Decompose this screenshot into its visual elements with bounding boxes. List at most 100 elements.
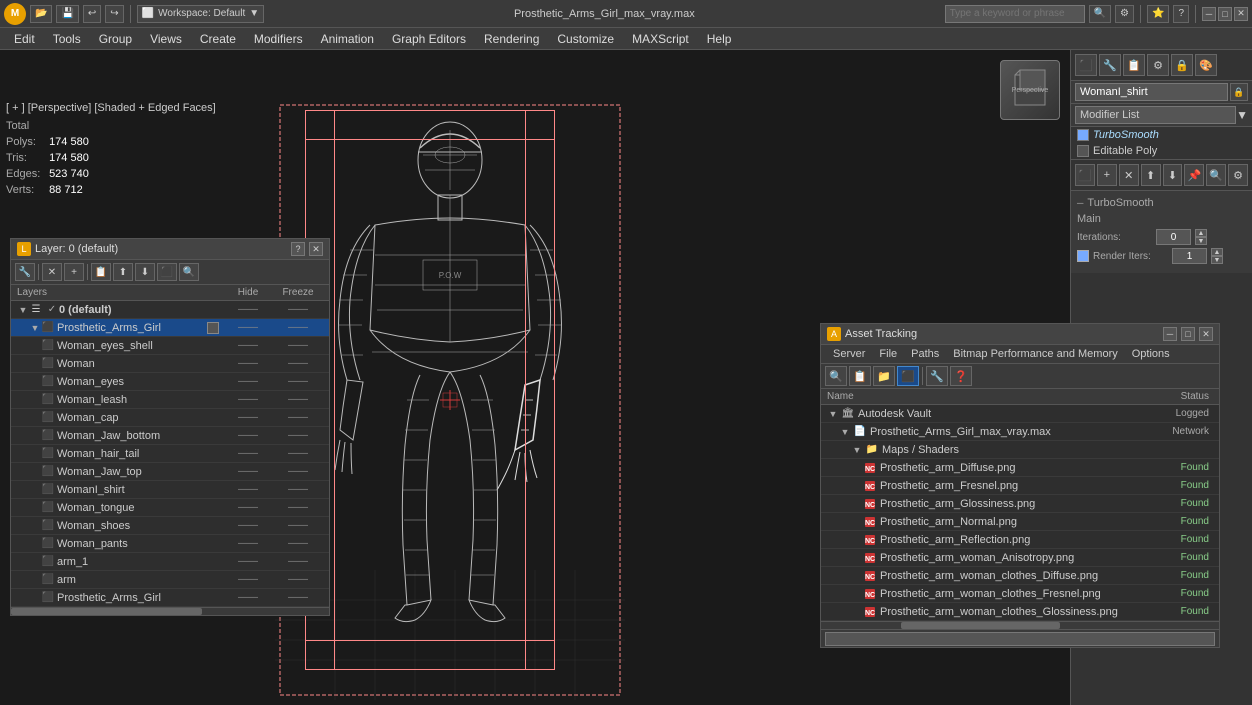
modifier-list-input[interactable] (1075, 106, 1236, 124)
menu-maxscript[interactable]: MAXScript (624, 30, 697, 48)
menu-modifiers[interactable]: Modifiers (246, 30, 311, 48)
layer-item-11[interactable]: ⬛ Woman_pants —— —— (11, 535, 329, 553)
asset-panel-titlebar[interactable]: A Asset Tracking ─ □ ✕ (821, 324, 1219, 345)
ts-iter-up[interactable]: ▲ (1195, 229, 1207, 237)
asset-minimize-btn[interactable]: ─ (1163, 327, 1177, 341)
layer-tb-filter[interactable]: 🔍 (179, 263, 199, 281)
mod-ctrl-6[interactable]: 📌 (1184, 164, 1204, 186)
mod-ctrl-2[interactable]: + (1097, 164, 1117, 186)
file-open-btn[interactable]: 📂 (30, 5, 52, 23)
search-input[interactable] (945, 5, 1085, 23)
layer-item-0[interactable]: ⬛ Woman_eyes_shell —— —— (11, 337, 329, 355)
layer-item-3[interactable]: ⬛ Woman_leash —— —— (11, 391, 329, 409)
layer-item-13[interactable]: ⬛ arm —— —— (11, 571, 329, 589)
layer-tb-delete[interactable]: ✕ (42, 263, 62, 281)
asset-path-input[interactable] (825, 632, 1215, 646)
menu-edit[interactable]: Edit (6, 30, 43, 48)
layer-item-1[interactable]: ⬛ Woman —— —— (11, 355, 329, 373)
asset-tb-3[interactable]: 📁 (873, 366, 895, 386)
layer-item-default[interactable]: ▼ ☰ ✓ 0 (default) —— —— (11, 301, 329, 319)
fav-btn[interactable]: ⭐ (1147, 5, 1169, 23)
layer-item-12[interactable]: ⬛ arm_1 —— —— (11, 553, 329, 571)
mod-ctrl-3[interactable]: ✕ (1119, 164, 1139, 186)
asset-menu-file[interactable]: File (873, 347, 903, 361)
layer-expand-default[interactable]: ▼ (17, 304, 29, 316)
ts-iter-input[interactable] (1156, 229, 1191, 245)
layer-item-4[interactable]: ⬛ Woman_cap —— —— (11, 409, 329, 427)
help-btn[interactable]: ? (1173, 5, 1189, 23)
ts-iter-spinner[interactable]: ▲ ▼ (1195, 229, 1207, 245)
asset-menu-bitmap[interactable]: Bitmap Performance and Memory (947, 347, 1123, 361)
modifier-name-input[interactable] (1075, 83, 1228, 101)
menu-tools[interactable]: Tools (45, 30, 89, 48)
minimize-btn[interactable]: ─ (1202, 7, 1216, 21)
asset-item-tex-5[interactable]: NC Prosthetic_arm_woman_Anisotropy.png F… (821, 549, 1219, 567)
asset-maps-expand[interactable]: ▼ (851, 444, 863, 456)
layer-item-9[interactable]: ⬛ Woman_tongue —— —— (11, 499, 329, 517)
menu-rendering[interactable]: Rendering (476, 30, 547, 48)
layer-item-5[interactable]: ⬛ Woman_Jaw_bottom —— —— (11, 427, 329, 445)
asset-item-tex-1[interactable]: NC Prosthetic_arm_Fresnel.png Found (821, 477, 1219, 495)
asset-item-tex-4[interactable]: NC Prosthetic_arm_Reflection.png Found (821, 531, 1219, 549)
menu-help[interactable]: Help (699, 30, 740, 48)
rp-icon-4[interactable]: ⚙ (1147, 54, 1169, 76)
layer-tb-select[interactable]: 📋 (91, 263, 111, 281)
layer-item-7[interactable]: ⬛ Woman_Jaw_top —— —— (11, 463, 329, 481)
layer-panel-titlebar[interactable]: L Layer: 0 (default) ? ✕ (11, 239, 329, 260)
asset-vault-expand[interactable]: ▼ (827, 408, 839, 420)
asset-item-maps-folder[interactable]: ▼ 📁 Maps / Shaders (821, 441, 1219, 459)
rp-icon-6[interactable]: 🎨 (1195, 54, 1217, 76)
modifier-check-ts[interactable] (1077, 129, 1089, 141)
redo-btn[interactable]: ↪ (105, 5, 123, 23)
menu-animation[interactable]: Animation (313, 30, 382, 48)
asset-item-tex-6[interactable]: NC Prosthetic_arm_woman_clothes_Diffuse.… (821, 567, 1219, 585)
menu-customize[interactable]: Customize (549, 30, 622, 48)
rp-icon-2[interactable]: 🔧 (1099, 54, 1121, 76)
search-btn[interactable]: 🔍 (1089, 5, 1111, 23)
menu-graph-editors[interactable]: Graph Editors (384, 30, 474, 48)
ts-renderiter-spinner[interactable]: ▲ ▼ (1211, 248, 1223, 264)
asset-maxfile-expand[interactable]: ▼ (839, 426, 851, 438)
asset-item-tex-7[interactable]: NC Prosthetic_arm_woman_clothes_Fresnel.… (821, 585, 1219, 603)
undo-btn[interactable]: ↩ (83, 5, 101, 23)
asset-menu-server[interactable]: Server (827, 347, 871, 361)
asset-tb-5[interactable]: 🔧 (926, 366, 948, 386)
layer-item-prosthetic[interactable]: ▼ ⬛ Prosthetic_Arms_Girl —— —— (11, 319, 329, 337)
asset-close-btn[interactable]: ✕ (1199, 327, 1213, 341)
ts-renderiter-up[interactable]: ▲ (1211, 248, 1223, 256)
asset-restore-btn[interactable]: □ (1181, 327, 1195, 341)
layer-item-8[interactable]: ⬛ WomanI_shirt —— —— (11, 481, 329, 499)
layer-tb-move-up[interactable]: ⬆ (113, 263, 133, 281)
file-save-btn[interactable]: 💾 (56, 5, 78, 23)
ts-renderiter-input[interactable] (1172, 248, 1207, 264)
asset-tb-4[interactable]: ⬛ (897, 366, 919, 386)
layer-tb-move-dn[interactable]: ⬇ (135, 263, 155, 281)
layer-item-14[interactable]: ⬛ Prosthetic_Arms_Girl —— —— (11, 589, 329, 607)
modifier-check-ep[interactable] (1077, 145, 1089, 157)
mod-ctrl-4[interactable]: ⬆ (1141, 164, 1161, 186)
rp-icon-3[interactable]: 📋 (1123, 54, 1145, 76)
asset-tb-2[interactable]: 📋 (849, 366, 871, 386)
mod-ctrl-1[interactable]: ⬛ (1075, 164, 1095, 186)
asset-menu-paths[interactable]: Paths (905, 347, 945, 361)
asset-tb-6[interactable]: ❓ (950, 366, 972, 386)
asset-scrollbar-h[interactable] (821, 621, 1219, 629)
layer-item-6[interactable]: ⬛ Woman_hair_tail —— —— (11, 445, 329, 463)
menu-create[interactable]: Create (192, 30, 244, 48)
close-btn[interactable]: ✕ (1234, 7, 1248, 21)
mod-ctrl-5[interactable]: ⬇ (1163, 164, 1183, 186)
layer-expand-prosthetic[interactable]: ▼ (29, 322, 41, 334)
asset-item-maxfile[interactable]: ▼ 📄 Prosthetic_Arms_Girl_max_vray.max Ne… (821, 423, 1219, 441)
rp-icon-1[interactable]: ⬛ (1075, 54, 1097, 76)
workspace-dropdown[interactable]: ⬜ Workspace: Default ▼ (137, 5, 264, 23)
asset-item-tex-2[interactable]: NC Prosthetic_arm_Glossiness.png Found (821, 495, 1219, 513)
layer-item-2[interactable]: ⬛ Woman_eyes —— —— (11, 373, 329, 391)
maximize-btn[interactable]: □ (1218, 7, 1232, 21)
ts-iter-down[interactable]: ▼ (1195, 237, 1207, 245)
layer-panel-question-btn[interactable]: ? (291, 242, 305, 256)
modifier-item-editpoly[interactable]: Editable Poly (1071, 143, 1252, 159)
mod-ctrl-7[interactable]: 🔍 (1206, 164, 1226, 186)
layer-scroll-thumb[interactable] (11, 608, 202, 615)
menu-group[interactable]: Group (91, 30, 140, 48)
asset-scroll-h-thumb[interactable] (901, 622, 1060, 629)
